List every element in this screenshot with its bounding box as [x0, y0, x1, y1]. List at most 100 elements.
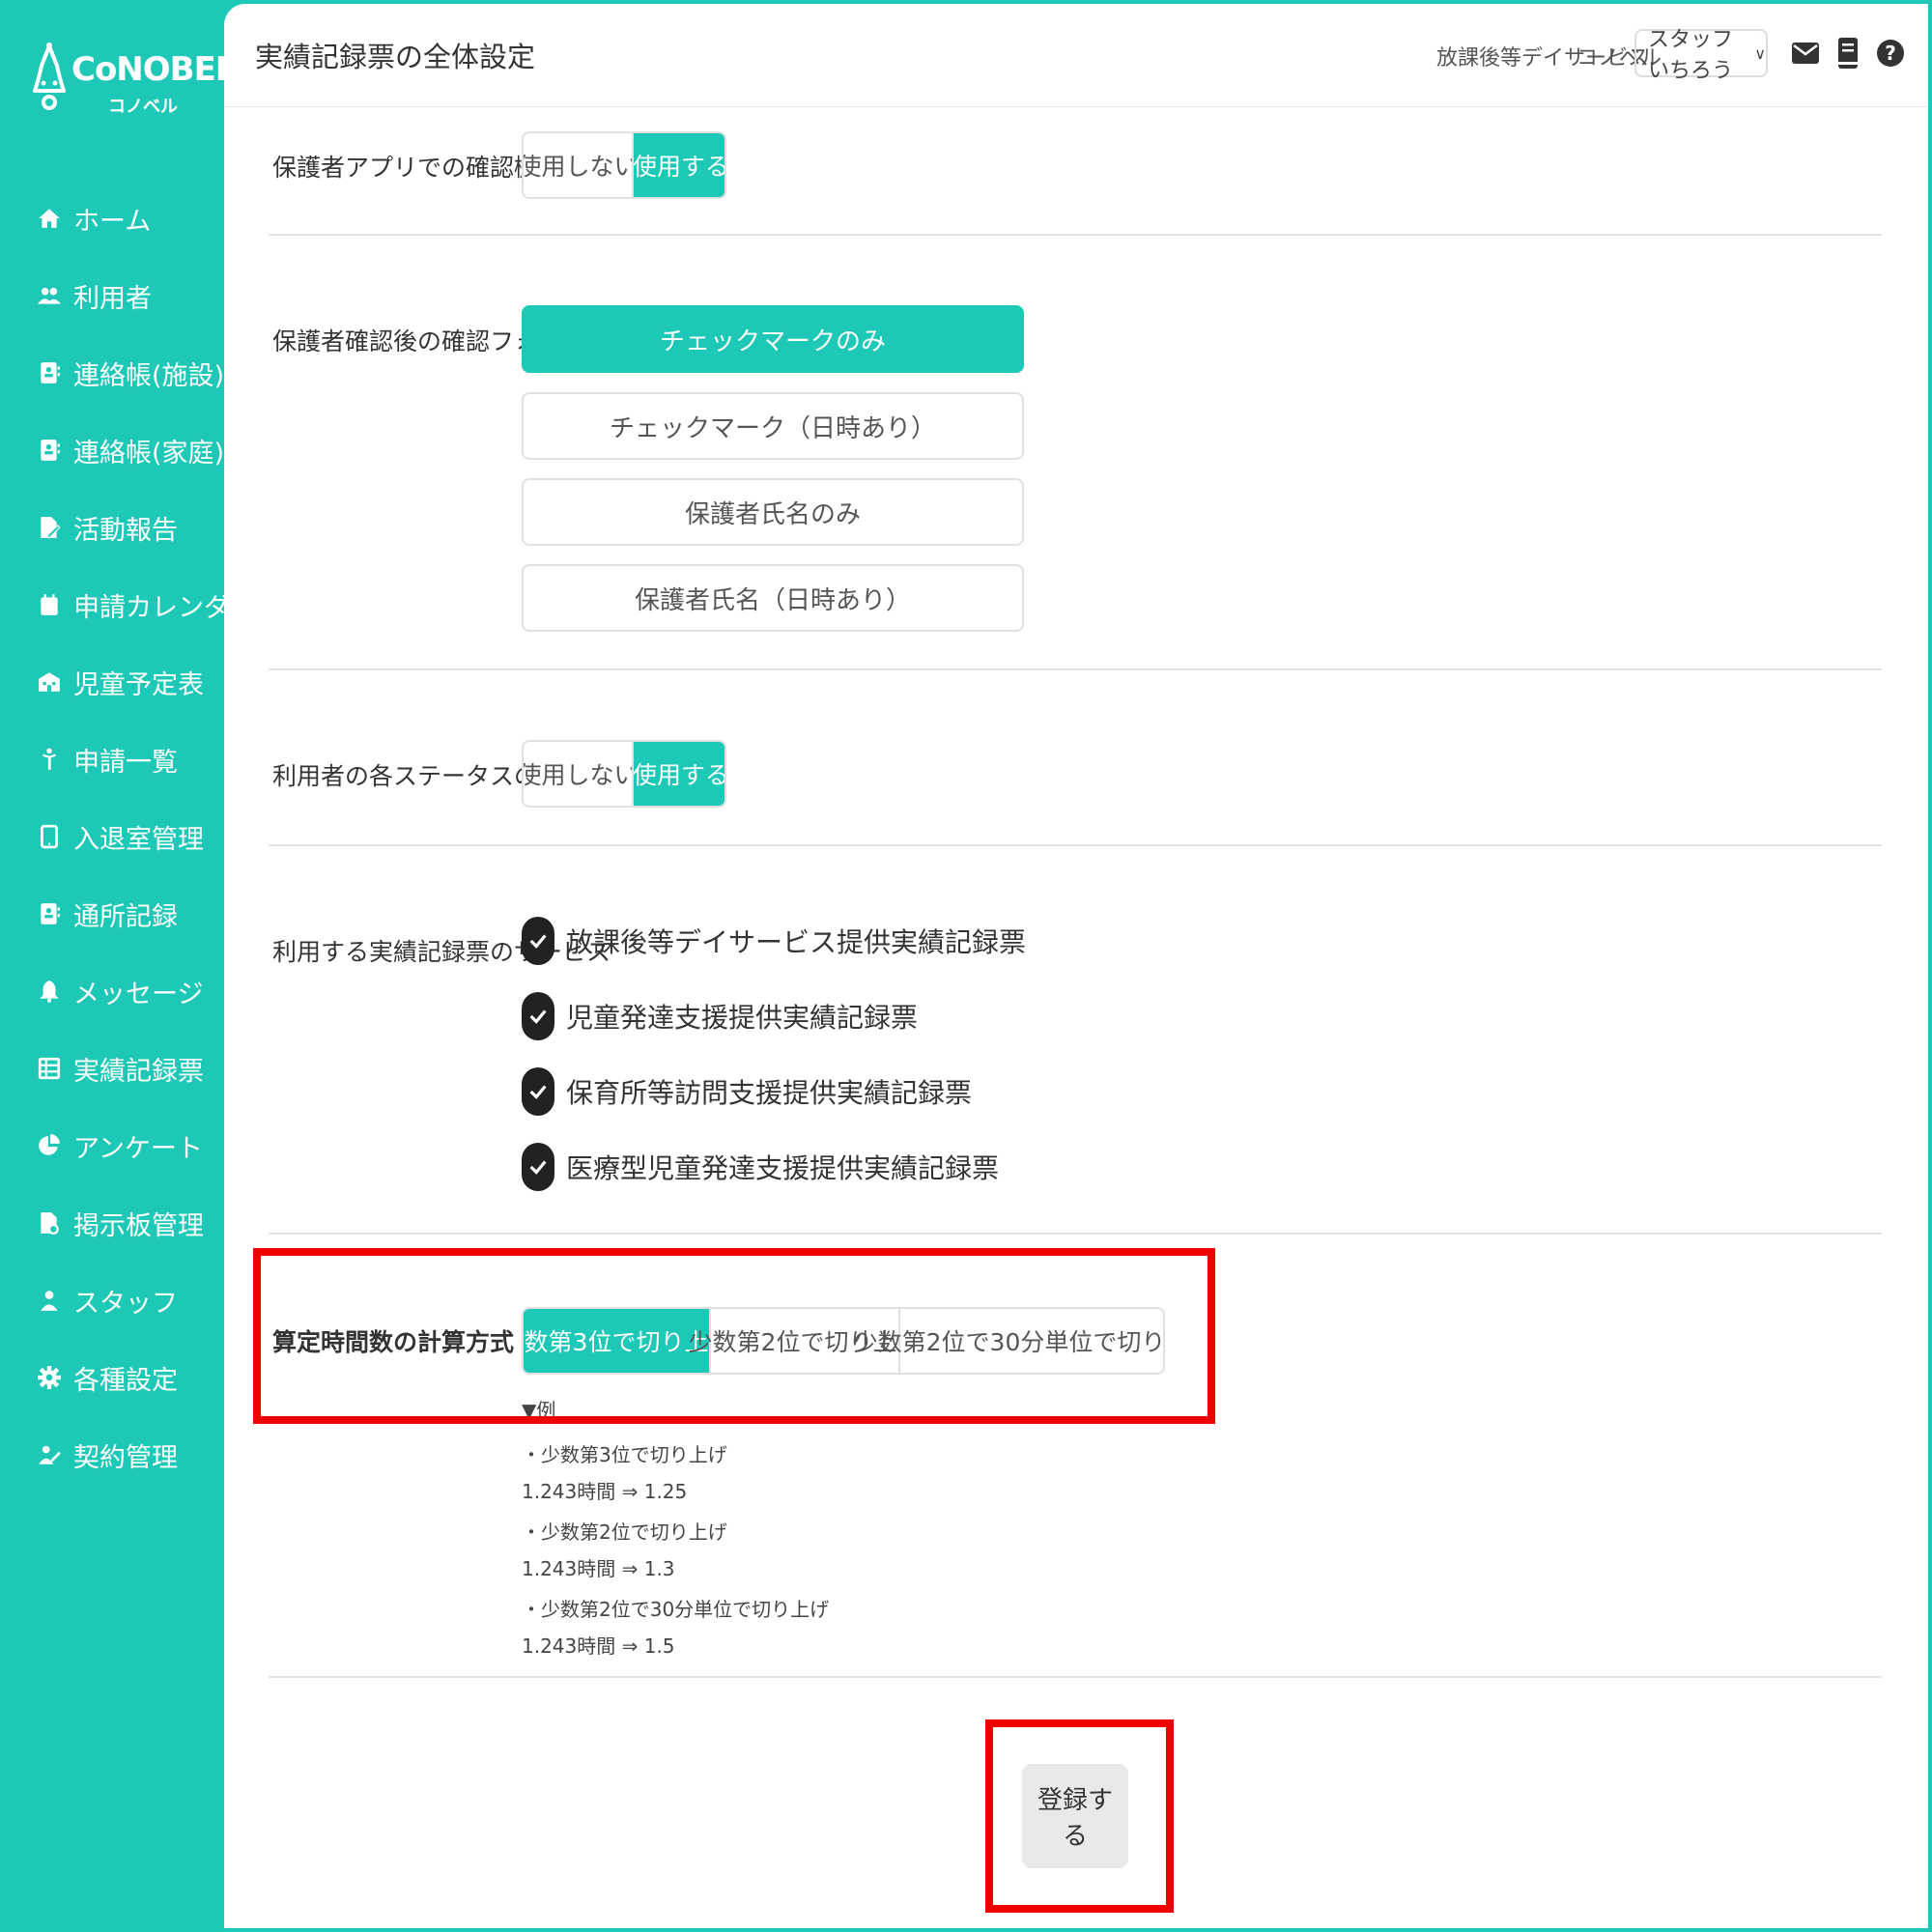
checkbox-checked-icon — [522, 1067, 554, 1116]
service-checkbox-after-school[interactable]: 放課後等デイサービス提供実績記録票 — [522, 914, 1026, 968]
home-icon — [35, 204, 64, 233]
bell-icon — [35, 977, 64, 1006]
guardian-check-off-option[interactable]: 使用しない — [524, 133, 639, 197]
sidebar-item-message[interactable]: メッセージ — [35, 968, 203, 1014]
service-checkbox-nursery-visit[interactable]: 保育所等訪問支援提供実績記録票 — [522, 1065, 972, 1119]
sidebar-item-label: スタッフ — [73, 1288, 178, 1319]
sidebar: CoNOBELL コノベル ホーム 利用者 連絡帳(施設) 連絡帳(家庭) 活動… — [0, 0, 256, 1932]
sidebar-item-activity-report[interactable]: 活動報告 — [35, 504, 178, 551]
staff-icon — [35, 1286, 64, 1315]
sidebar-item-label: 申請一覧 — [73, 747, 178, 778]
sidebar-item-application-list[interactable]: 申請一覧 — [35, 736, 178, 782]
example-heading: ▼例 — [522, 1399, 556, 1422]
sidebar-item-survey[interactable]: アンケート — [35, 1122, 203, 1169]
table-icon — [35, 1054, 64, 1083]
contact-book-icon — [35, 358, 64, 387]
sidebar-item-label: 通所記録 — [73, 901, 178, 932]
sidebar-item-label: メッセージ — [73, 979, 204, 1009]
sidebar-item-staff[interactable]: スタッフ — [35, 1277, 178, 1323]
contact-book-icon — [35, 899, 64, 928]
status-alert-on-option[interactable]: 使用する — [632, 742, 724, 806]
sidebar-item-label: アンケート — [73, 1133, 203, 1164]
chevron-down-icon: ∨ — [1754, 43, 1766, 63]
sidebar-item-label: 実績記録票 — [73, 1056, 204, 1087]
guardian-check-label: 保護者アプリでの確認機能 — [272, 154, 563, 182]
status-alert-toggle: 使用しない 使用する — [522, 740, 726, 808]
sidebar-item-label: 活動報告 — [73, 515, 178, 546]
status-alert-off-option[interactable]: 使用しない — [524, 742, 639, 806]
logo[interactable]: CoNOBELL コノベル — [27, 39, 256, 121]
sidebar-item-label: 連絡帳(家庭) — [73, 438, 225, 469]
sidebar-item-visit-record[interactable]: 通所記録 — [35, 891, 178, 937]
service-checkbox-label: 保育所等訪問支援提供実績記録票 — [566, 1077, 973, 1109]
contact-book-icon — [35, 436, 64, 465]
school-icon — [35, 668, 64, 696]
checkbox-checked-icon — [522, 917, 554, 965]
format-checkmark-datetime-option[interactable]: チェックマーク（日時あり） — [522, 392, 1024, 460]
example-title: ・少数第2位で切り上げ — [522, 1520, 727, 1544]
page-title: 実績記録票の全体設定 — [255, 41, 536, 73]
sidebar-item-contract[interactable]: 契約管理 — [35, 1432, 178, 1478]
report-icon — [35, 513, 64, 542]
sidebar-item-calendar[interactable]: 申請カレンダー — [35, 582, 256, 628]
header: 実績記録票の全体設定 放課後等デイサービス コノベル スタッフ いちろう ∨ ? — [224, 4, 1928, 107]
guardian-check-on-option[interactable]: 使用する — [632, 133, 724, 197]
contract-icon — [35, 1440, 64, 1469]
calc-method-toggle: 少数第3位で切り上げ 少数第2位で切り上げ 少数第2位で30分単位で切り上げ — [522, 1307, 1165, 1375]
service-checkbox-medical-development[interactable]: 医療型児童発達支援提供実績記録票 — [522, 1140, 999, 1194]
example-value: 1.243時間 ⇒ 1.3 — [522, 1557, 675, 1580]
divider — [269, 1676, 1882, 1678]
sidebar-item-attendance[interactable]: 入退室管理 — [35, 813, 204, 860]
sidebar-item-label: 各種設定 — [73, 1365, 178, 1396]
format-checkmark-only-option[interactable]: チェックマークのみ — [522, 305, 1024, 373]
calc-round-30min-option[interactable]: 少数第2位で30分単位で切り上げ — [854, 1309, 1163, 1373]
sidebar-item-contact-home[interactable]: 連絡帳(家庭) — [35, 427, 224, 473]
bell-logo-icon — [33, 43, 66, 110]
users-icon — [35, 281, 64, 310]
submit-button[interactable]: 登録する — [1022, 1764, 1128, 1868]
service-checkbox-label: 児童発達支援提供実績記録票 — [566, 1002, 919, 1034]
calendar-icon — [35, 590, 64, 619]
sidebar-item-child-schedule[interactable]: 児童予定表 — [35, 659, 204, 705]
svg-text:?: ? — [1885, 42, 1896, 65]
sidebar-item-board[interactable]: 掲示板管理 — [35, 1200, 204, 1246]
service-checkbox-child-development[interactable]: 児童発達支援提供実績記録票 — [522, 989, 918, 1043]
sidebar-item-label: 連絡帳(施設) — [73, 360, 225, 391]
service-checkbox-label: 医療型児童発達支援提供実績記録票 — [566, 1152, 1000, 1184]
calc-round-third-option[interactable]: 少数第3位で切り上げ — [524, 1309, 732, 1373]
example-title: ・少数第3位で切り上げ — [522, 1443, 727, 1466]
sidebar-item-label: 利用者 — [73, 283, 152, 314]
divider — [269, 668, 1882, 670]
gear-icon — [35, 1363, 64, 1392]
sidebar-item-record-sheet[interactable]: 実績記録票 — [35, 1045, 204, 1092]
calc-method-label: 算定時間数の計算方式 — [272, 1328, 515, 1356]
main-panel: 実績記録票の全体設定 放課後等デイサービス コノベル スタッフ いちろう ∨ ?… — [224, 4, 1928, 1928]
example-value: 1.243時間 ⇒ 1.25 — [522, 1480, 688, 1503]
staff-select[interactable]: スタッフ いちろう ∨ — [1634, 28, 1768, 83]
pie-chart-icon — [35, 1131, 64, 1160]
format-name-only-option[interactable]: 保護者氏名のみ — [522, 478, 1024, 546]
example-title: ・少数第2位で30分単位で切り上げ — [522, 1598, 830, 1621]
sidebar-item-label: ホーム — [73, 206, 152, 237]
divider — [269, 844, 1882, 846]
sidebar-item-label: 契約管理 — [73, 1442, 178, 1473]
format-name-datetime-option[interactable]: 保護者氏名（日時あり） — [522, 564, 1024, 632]
sidebar-item-users[interactable]: 利用者 — [35, 272, 152, 319]
mail-icon[interactable] — [1789, 35, 1822, 71]
checkbox-checked-icon — [522, 992, 554, 1040]
divider — [269, 234, 1882, 236]
guardian-check-toggle: 使用しない 使用する — [522, 131, 726, 199]
example-value: 1.243時間 ⇒ 1.5 — [522, 1634, 675, 1658]
sidebar-item-label: 掲示板管理 — [73, 1210, 204, 1241]
sidebar-item-home[interactable]: ホーム — [35, 195, 151, 242]
brand-subtitle: コノベル — [108, 97, 178, 117]
service-checkbox-label: 放課後等デイサービス提供実績記録票 — [566, 926, 1027, 958]
manual-book-icon[interactable] — [1832, 35, 1864, 71]
divider — [269, 1233, 1882, 1235]
help-icon[interactable]: ? — [1874, 35, 1907, 71]
sidebar-item-label: 児童予定表 — [73, 669, 204, 700]
sidebar-item-label: 入退室管理 — [73, 824, 204, 855]
staff-select-value: スタッフ いちろう — [1648, 28, 1734, 83]
sidebar-item-settings[interactable]: 各種設定 — [35, 1354, 178, 1401]
sidebar-item-contact-facility[interactable]: 連絡帳(施設) — [35, 350, 224, 396]
